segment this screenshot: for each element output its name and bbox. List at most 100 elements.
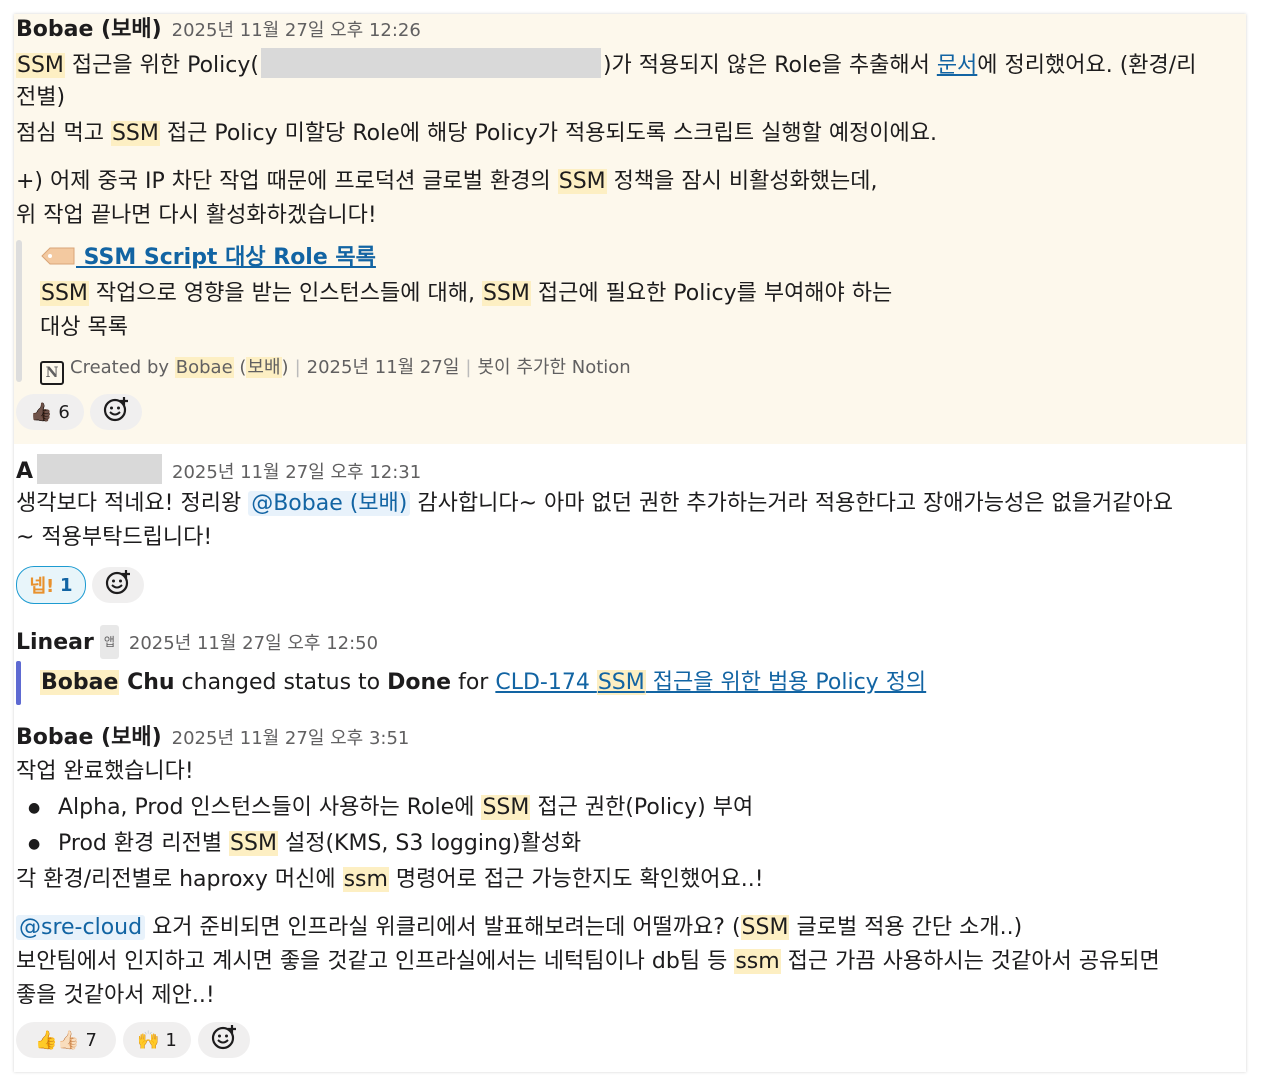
add-reaction-icon xyxy=(105,569,131,601)
unfurl-date: 2025년 11월 27일 xyxy=(306,357,460,378)
message-text: SSM 접근을 위한 Policy()가 적용되지 않은 Role을 추출해서 … xyxy=(16,48,1196,82)
text-span: Prod 환경 리전별 xyxy=(58,831,230,856)
timestamp[interactable]: 2025년 11월 27일 오후 12:26 xyxy=(172,20,421,41)
message-header: Bobae (보배) 2025년 11월 27일 오후 3:51 xyxy=(16,722,409,755)
text-span: 작업으로 영향을 받는 인스턴스들에 대해, xyxy=(88,281,482,306)
text-span: 명령어로 접근 가능한지도 확인했어요..! xyxy=(388,867,764,892)
text-span: 설정(KMS, S3 logging)활성화 xyxy=(277,831,582,856)
text-span: 글로벌 적용 간단 소개..) xyxy=(789,915,1023,940)
message-text: 생각보다 적네요! 정리왕 @Bobae (보배) 감사합니다~ 아마 없던 권… xyxy=(16,488,1173,520)
message-text: 보안팀에서 인지하고 계시면 좋을 것같고 인프라실에서는 네턱팀이나 db팀 … xyxy=(16,946,1160,978)
text-span: changed status to xyxy=(174,670,388,695)
message-header: A 2025년 11월 27일 오후 12:31 xyxy=(16,454,421,489)
highlight-term: Bobae xyxy=(40,670,120,695)
message-2[interactable]: A 2025년 11월 27일 오후 12:31 생각보다 적네요! 정리왕 @B… xyxy=(14,444,1246,619)
list-item: ● Alpha, Prod 인스턴스들이 사용하는 Role에 SSM 접근 권한… xyxy=(16,792,753,824)
text-span: 감사합니다~ 아마 없던 권한 추가하는거라 적용한다고 장애가능성은 없을거같… xyxy=(410,491,1173,516)
message-text: 전별) xyxy=(16,85,66,110)
emoji: 🙌 xyxy=(137,1029,160,1051)
reaction-custom-yes[interactable]: 넵! 1 xyxy=(16,566,86,604)
group-mention[interactable]: @sre-cloud xyxy=(16,915,146,940)
text-span: )가 적용되지 않은 Role을 추출해서 xyxy=(602,53,937,78)
text-span: 에 정리했어요. (환경/리 xyxy=(977,53,1197,78)
timestamp[interactable]: 2025년 11월 27일 오후 3:51 xyxy=(172,728,410,749)
list-item: ● Prod 환경 리전별 SSM 설정(KMS, S3 logging)활성화 xyxy=(16,828,581,860)
message-1[interactable]: Bobae (보배) 2025년 11월 27일 오후 12:26 SSM 접근을… xyxy=(14,14,1246,444)
doc-link[interactable]: 문서 xyxy=(937,53,977,78)
attachment-bar xyxy=(16,661,21,705)
separator: | xyxy=(294,357,301,378)
highlight-term: SSM xyxy=(596,670,646,695)
message-header: Bobae (보배) 2025년 11월 27일 오후 12:26 xyxy=(16,14,421,47)
message-text: 각 환경/리전별로 haproxy 머신에 ssm 명령어로 접근 가능한지도 … xyxy=(16,864,764,896)
redacted-block xyxy=(37,454,163,484)
text-span: 접근 Policy 미할당 Role에 해당 Policy가 적용되도록 스크립… xyxy=(159,121,938,146)
text-span: 점심 먹고 xyxy=(16,121,111,146)
message-text: +) 어제 중국 IP 차단 작업 때문에 프로덕션 글로벌 환경의 SSM 정… xyxy=(16,166,878,198)
author-name[interactable]: Bobae (보배) xyxy=(16,725,162,750)
highlight-term: SSM xyxy=(110,121,160,146)
message-3[interactable]: Linear 앱 2025년 11월 27일 오후 12:50 Bobae Chu … xyxy=(14,619,1246,714)
add-reaction-button[interactable] xyxy=(90,394,142,430)
add-reaction-button[interactable] xyxy=(198,1022,250,1058)
message-text: 작업 완료했습니다! xyxy=(16,759,194,784)
add-reaction-icon xyxy=(211,1024,237,1056)
highlight-term: ssm xyxy=(342,867,389,892)
text-span: 접근에 필요한 Policy를 부여해야 하는 xyxy=(530,281,893,306)
text-span: ( xyxy=(233,357,247,378)
highlight-term: SSM xyxy=(16,53,65,78)
add-reaction-button[interactable] xyxy=(92,567,144,603)
linear-update: Bobae Chu changed status to Done for CLD… xyxy=(40,667,926,699)
separator: | xyxy=(465,357,472,378)
user-mention[interactable]: @Bobae (보배) xyxy=(248,491,411,516)
reaction-thumbs-up[interactable]: 👍👍🏻 7 xyxy=(16,1022,116,1058)
timestamp[interactable]: 2025년 11월 27일 오후 12:50 xyxy=(129,633,378,654)
unfurl-meta: N Created by Bobae (보배) | 2025년 11월 27일 | 봇이 … xyxy=(40,352,631,385)
text-span: CLD-174 xyxy=(495,670,597,695)
text-span: 보안팀에서 인지하고 계시면 좋을 것같고 인프라실에서는 네턱팀이나 db팀 … xyxy=(16,949,735,974)
add-reaction-icon xyxy=(103,396,129,428)
unfurl-description: SSM 작업으로 영향을 받는 인스턴스들에 대해, SSM 접근에 필요한 P… xyxy=(40,278,892,310)
message-header: Linear 앱 2025년 11월 27일 오후 12:50 xyxy=(16,625,378,660)
message-text: ~ 적용부탁드립니다! xyxy=(16,525,213,550)
text-span: Created by xyxy=(70,357,175,378)
reaction-thumbs-up[interactable]: 👍🏿 6 xyxy=(16,394,84,430)
highlight-term: SSM xyxy=(40,281,89,306)
highlight-term: 보배 xyxy=(246,357,282,378)
emoji: 👍🏿 xyxy=(30,401,53,423)
text-span: 접근을 위한 범용 Policy 정의 xyxy=(645,670,927,695)
highlight-term: ssm xyxy=(734,949,781,974)
text-span: 각 환경/리전별로 haproxy 머신에 xyxy=(16,867,343,892)
message-text: 위 작업 끝나면 다시 활성화하겠습니다! xyxy=(16,203,377,228)
highlight-term: SSM xyxy=(229,831,278,856)
reaction-count: 1 xyxy=(165,1029,177,1051)
emoji: 👍👍🏻 xyxy=(34,1029,80,1051)
unfurl-bar xyxy=(16,240,22,382)
message-text: 좋을 것같아서 제안..! xyxy=(16,983,215,1008)
unfurl-description: 대상 목록 xyxy=(40,315,128,340)
app-badge: 앱 xyxy=(99,625,119,659)
highlight-term: SSM xyxy=(557,169,607,194)
text-span: 접근 가끔 사용하시는 것같아서 공유되면 xyxy=(780,949,1160,974)
bullet: ● xyxy=(28,836,41,852)
unfurl-source: 봇이 추가한 Notion xyxy=(477,357,631,378)
text-span: 접근을 위한 Policy( xyxy=(64,53,259,78)
highlight-term: Bobae xyxy=(174,357,234,378)
message-4[interactable]: Bobae (보배) 2025년 11월 27일 오후 3:51 작업 완료했습니… xyxy=(14,714,1246,1072)
emoji: 넵! xyxy=(29,576,55,597)
message-text: @sre-cloud 요거 준비되면 인프라실 위클리에서 발표해보려는데 어떨… xyxy=(16,912,1022,944)
timestamp[interactable]: 2025년 11월 27일 오후 12:31 xyxy=(172,462,421,483)
issue-link[interactable]: CLD-174 SSM 접근을 위한 범용 Policy 정의 xyxy=(495,670,926,695)
highlight-term: SSM xyxy=(740,915,790,940)
author-name[interactable]: Linear xyxy=(16,630,94,655)
text-span: ) xyxy=(281,357,289,378)
text-span: 정책을 잠시 비활성화했는데, xyxy=(606,169,878,194)
text-span: Chu xyxy=(119,670,175,695)
unfurl-title-link[interactable]: SSM Script 대상 Role 목록 xyxy=(76,245,376,270)
author-name[interactable]: A xyxy=(16,459,33,484)
text-span: +) 어제 중국 IP 차단 작업 때문에 프로덕션 글로벌 환경의 xyxy=(16,169,558,194)
author-name[interactable]: Bobae (보배) xyxy=(16,17,162,42)
text-span: Alpha, Prod 인스턴스들이 사용하는 Role에 xyxy=(58,795,482,820)
text-span: 접근 권한(Policy) 부여 xyxy=(530,795,754,820)
reaction-raised-hands[interactable]: 🙌 1 xyxy=(123,1022,191,1058)
